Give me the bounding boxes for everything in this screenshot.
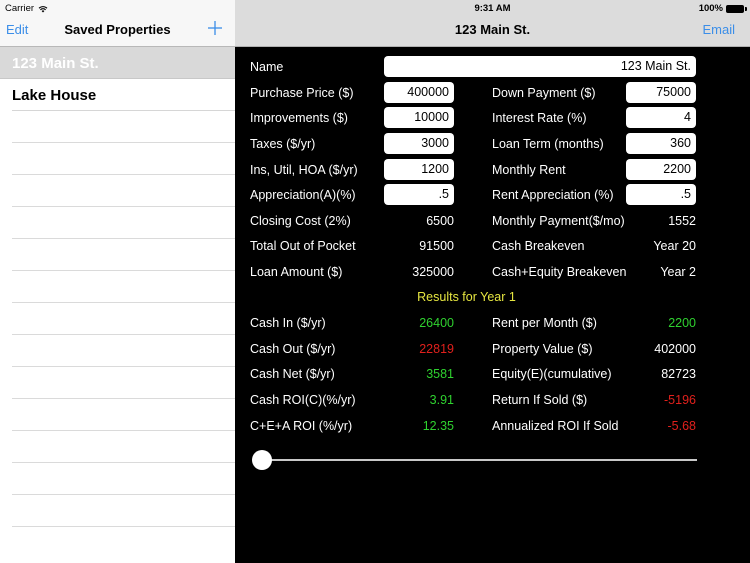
rent-per-month-value: 2200 [668,316,696,330]
cash-breakeven-label: Cash Breakeven [492,239,585,253]
rent-appreciation-label: Rent Appreciation (%) [492,188,614,202]
empty-row [0,495,235,527]
plus-icon [208,21,222,35]
taxes-input[interactable] [384,133,454,154]
cash-out-value: 22819 [419,342,454,356]
detail-navigation-bar: 9:31 AM 100% 123 Main St. Email [235,0,750,47]
cash-roi-value: 3.91 [429,393,454,407]
detail-title: 123 Main St. [454,22,531,37]
loan-term-label: Loan Term (months) [492,137,604,151]
status-battery: 100% [698,3,747,14]
property-value-label: Property Value ($) [492,342,593,356]
cash-breakeven-value: Year 20 [653,239,696,253]
down-payment-input[interactable] [626,82,696,103]
loan-amount-value: 325000 [412,265,454,279]
equity-label: Equity(E)(cumulative) [492,367,612,381]
purchase-price-input[interactable] [384,82,454,103]
empty-row [0,111,235,143]
rent-appreciation-input[interactable] [626,184,696,205]
wifi-icon [38,5,48,13]
appreciation-input[interactable] [384,184,454,205]
empty-row [0,239,235,271]
improvements-label: Improvements ($) [250,111,348,125]
cash-net-value: 3581 [426,367,454,381]
purchase-price-label: Purchase Price ($) [250,86,354,100]
name-input[interactable] [384,56,696,77]
closing-cost-label: Closing Cost (2%) [250,214,351,228]
year-slider[interactable] [252,449,697,471]
slider-track[interactable] [262,459,697,461]
taxes-label: Taxes ($/yr) [250,137,316,151]
monthly-rent-input[interactable] [626,159,696,180]
name-label: Name [250,60,284,74]
improvements-input[interactable] [384,107,454,128]
master-title: Saved Properties [64,22,171,37]
cash-in-value: 26400 [419,316,454,330]
cash-net-label: Cash Net ($/yr) [250,367,335,381]
list-item-label: Lake House [12,86,97,104]
empty-row [0,175,235,207]
monthly-payment-value: 1552 [668,214,696,228]
return-if-sold-label: Return If Sold ($) [492,393,588,407]
closing-cost-value: 6500 [426,214,454,228]
email-button[interactable]: Email [702,22,735,37]
empty-row [0,367,235,399]
cash-equity-breakeven-label: Cash+Equity Breakeven [492,265,627,279]
loan-term-input[interactable] [626,133,696,154]
loan-amount-label: Loan Amount ($) [250,265,343,279]
ins-util-hoa-input[interactable] [384,159,454,180]
cash-equity-breakeven-value: Year 2 [660,265,696,279]
add-property-button[interactable] [207,19,223,37]
list-item-lake-house[interactable]: Lake House [0,79,235,111]
list-item-label: 123 Main St. [12,54,99,72]
cash-out-label: Cash Out ($/yr) [250,342,336,356]
empty-row [0,399,235,431]
empty-row [0,335,235,367]
interest-rate-label: Interest Rate (%) [492,111,587,125]
status-carrier: Carrier [5,3,48,14]
saved-properties-pane: Carrier Edit Saved Properties 123 Main S… [0,0,235,563]
master-navigation-bar: Carrier Edit Saved Properties [0,0,235,47]
down-payment-label: Down Payment ($) [492,86,596,100]
appreciation-label: Appreciation(A)(%) [250,188,356,202]
total-out-of-pocket-value: 91500 [419,239,454,253]
equity-value: 82723 [661,367,696,381]
total-out-of-pocket-label: Total Out of Pocket [250,239,356,253]
empty-row [0,207,235,239]
monthly-payment-label: Monthly Payment($/mo) [492,214,625,228]
rent-per-month-label: Rent per Month ($) [492,316,597,330]
monthly-rent-label: Monthly Rent [492,163,566,177]
edit-button[interactable]: Edit [6,22,28,37]
status-time: 9:31 AM [474,3,511,14]
empty-row [0,143,235,175]
empty-row [0,463,235,495]
saved-properties-list: 123 Main St. Lake House [0,47,235,527]
cash-roi-label: Cash ROI(C)(%/yr) [250,393,356,407]
interest-rate-input[interactable] [626,107,696,128]
cash-in-label: Cash In ($/yr) [250,316,326,330]
return-if-sold-value: -5196 [664,393,696,407]
cea-roi-label: C+E+A ROI (%/yr) [250,419,353,433]
cea-roi-value: 12.35 [422,419,454,433]
battery-percent: 100% [698,3,723,14]
property-value-value: 402000 [654,342,696,356]
battery-icon [726,4,747,13]
annualized-roi-label: Annualized ROI If Sold [492,419,619,433]
carrier-label: Carrier [5,3,35,14]
slider-thumb[interactable] [252,450,272,470]
ins-util-hoa-label: Ins, Util, HOA ($/yr) [250,163,358,177]
annualized-roi-value: -5.68 [667,419,697,433]
empty-row [0,431,235,463]
property-calculator: Name Purchase Price ($) Improvements ($)… [235,47,750,563]
empty-row [0,271,235,303]
empty-row [0,303,235,335]
list-item-123-main-st[interactable]: 123 Main St. [0,47,235,79]
results-title: Results for Year 1 [417,290,516,304]
